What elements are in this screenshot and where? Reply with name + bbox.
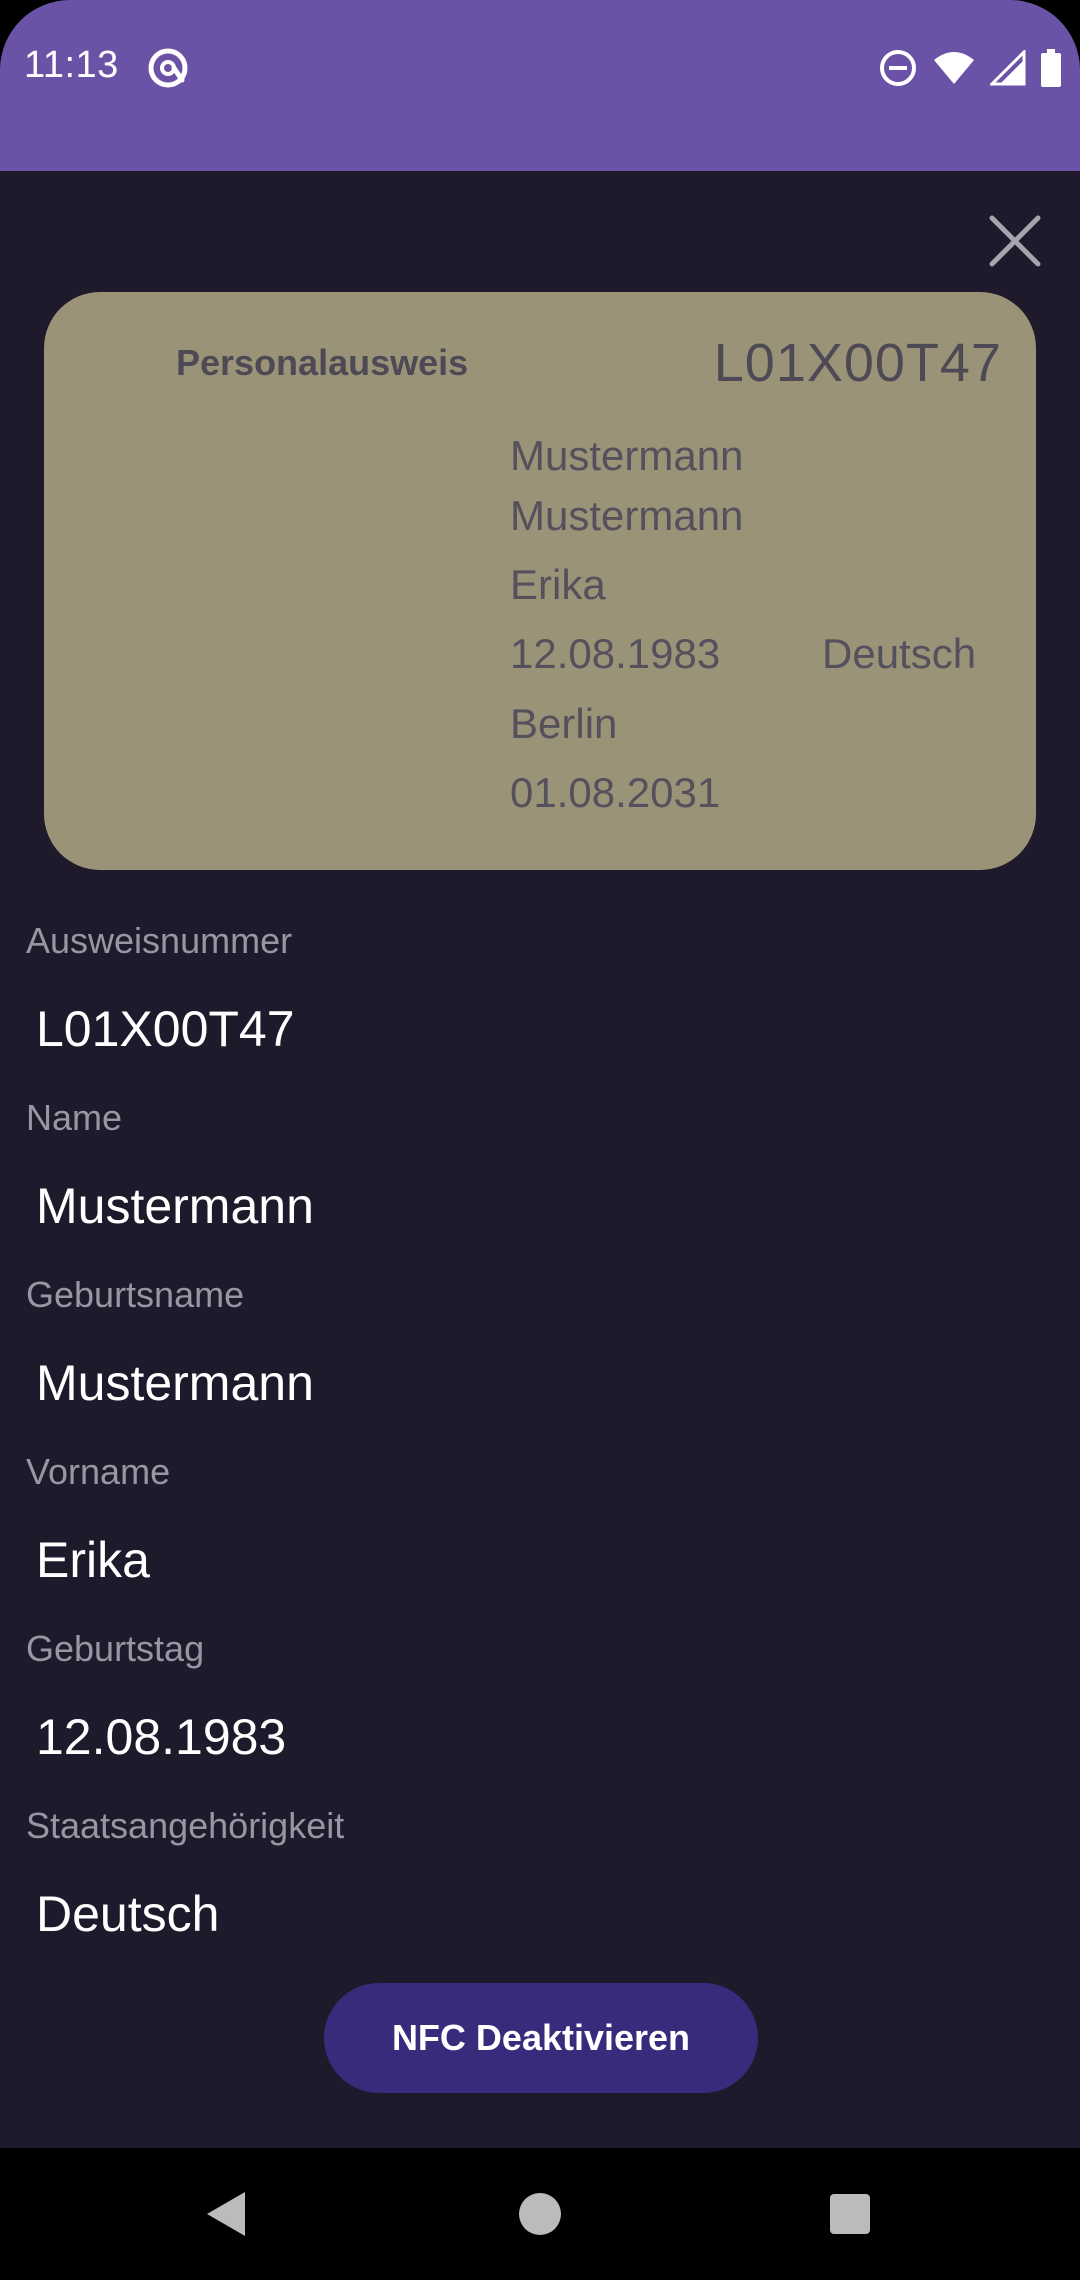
do-not-disturb-icon <box>880 50 916 86</box>
home-icon[interactable] <box>510 2184 570 2244</box>
recents-icon[interactable] <box>820 2184 880 2244</box>
card-nationality: Deutsch <box>822 630 977 677</box>
id-card: Personalausweis L01X00T47 Mustermann Mus… <box>44 292 1036 870</box>
card-given-name: Erika <box>510 561 606 608</box>
name-value: Mustermann <box>36 1178 314 1234</box>
cellular-signal-icon <box>990 50 1026 86</box>
birth-name-label: Geburtsname <box>26 1274 245 1315</box>
birth-date-value: 12.08.1983 <box>36 1709 287 1765</box>
card-title: Personalausweis <box>176 342 469 383</box>
card-birth-name: Mustermann <box>510 492 744 539</box>
wifi-icon <box>934 52 974 84</box>
status-bar: 11:13 <box>0 0 1080 171</box>
nationality-value: Deutsch <box>36 1886 220 1942</box>
given-name-value: Erika <box>36 1532 150 1588</box>
battery-icon <box>1041 49 1061 87</box>
card-expiry-date: 01.08.2031 <box>510 769 721 816</box>
card-place-of-birth: Berlin <box>510 700 618 747</box>
nationality-label: Staatsangehörigkeit <box>26 1805 345 1846</box>
at-sign-icon <box>148 48 188 88</box>
birth-name-value: Mustermann <box>36 1355 314 1411</box>
card-birth-date: 12.08.1983 <box>510 630 721 677</box>
screen: 11:13 Personalausweis L01X00T47 Musterma… <box>0 0 1080 2280</box>
close-icon[interactable] <box>980 206 1050 276</box>
card-surname: Mustermann <box>510 432 744 479</box>
name-label: Name <box>26 1097 123 1138</box>
document-number-value: L01X00T47 <box>36 1001 295 1057</box>
birth-date-label: Geburtstag <box>26 1628 205 1669</box>
card-number: L01X00T47 <box>713 333 1002 393</box>
navigation-bar <box>0 2148 1080 2280</box>
status-icons <box>878 46 1062 90</box>
document-number-label: Ausweisnummer <box>26 920 293 961</box>
given-name-label: Vorname <box>26 1451 171 1492</box>
nfc-deactivate-button[interactable]: NFC Deaktivieren <box>324 1983 758 2093</box>
status-time: 11:13 <box>24 44 119 86</box>
back-icon[interactable] <box>195 2184 255 2244</box>
